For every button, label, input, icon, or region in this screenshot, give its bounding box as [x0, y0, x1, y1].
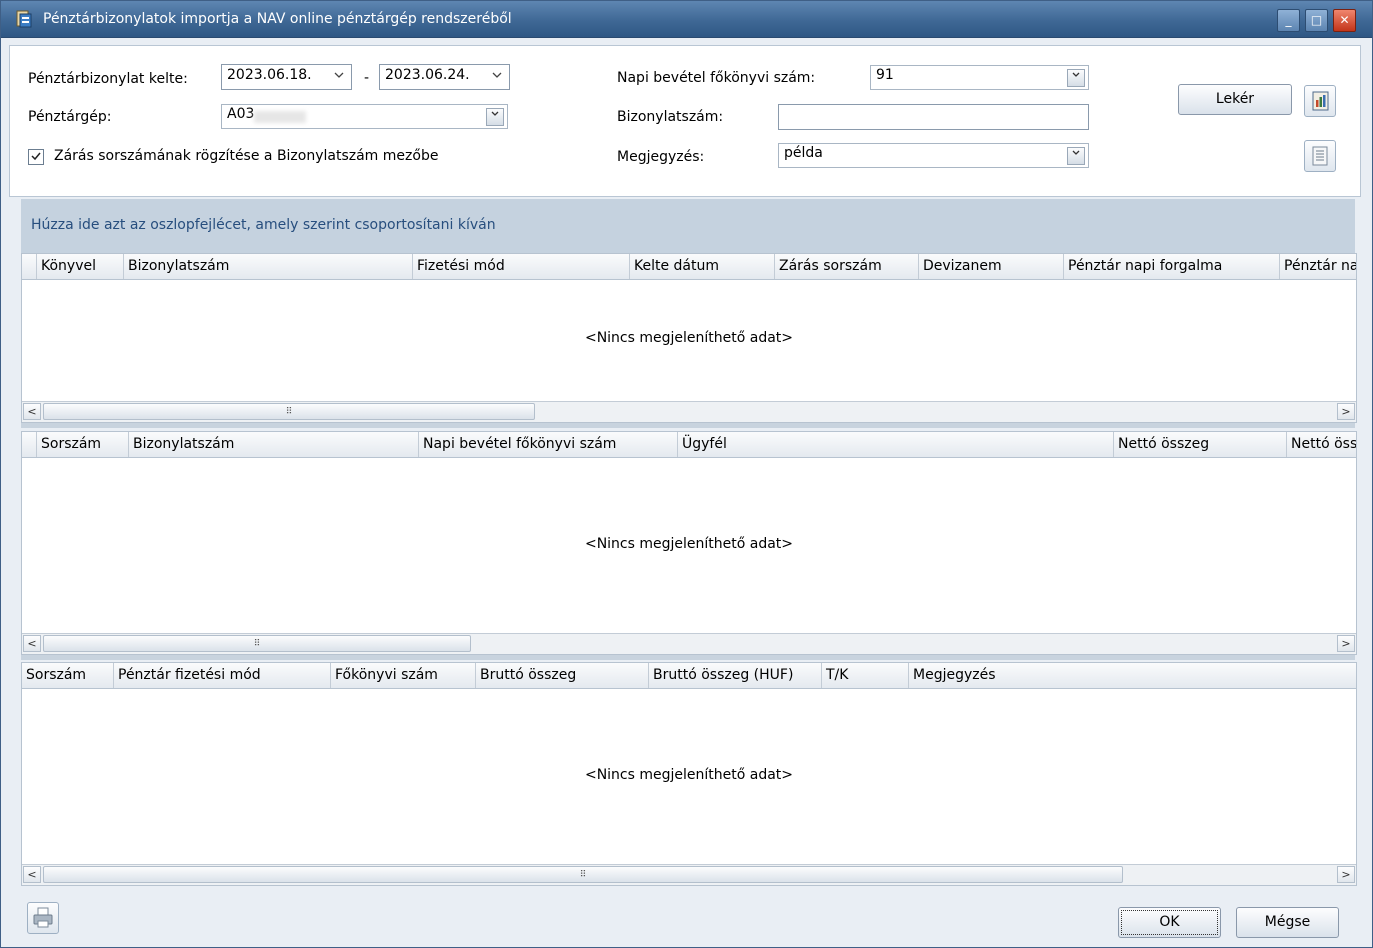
entries-grid[interactable]: Sorszám Bizonylatszám Napi bevétel főkön…: [21, 431, 1357, 655]
horizontal-scrollbar[interactable]: < ⠿ >: [22, 401, 1356, 422]
group-by-hint: Húzza ide azt az oszlopfejlécet, amely s…: [31, 217, 496, 233]
column-header[interactable]: Napi bevétel főkönyvi szám: [418, 432, 677, 457]
date-from-value: 2023.06.18.: [227, 67, 312, 83]
minimize-button[interactable]: _: [1277, 9, 1300, 32]
note-value: példa: [784, 145, 823, 161]
grid-header: Könyvel Bizonylatszám Fizetési mód Kelte…: [22, 254, 1356, 280]
checkmark-icon: [31, 152, 41, 161]
column-header[interactable]: Bizonylatszám: [128, 432, 418, 457]
register-label: Pénztárgép:: [28, 109, 112, 125]
window-title: Pénztárbizonylatok importja a NAV online…: [43, 11, 512, 27]
note-select[interactable]: példa: [778, 143, 1089, 168]
scroll-thumb[interactable]: ⠿: [43, 403, 535, 420]
dropdown-arrow-icon[interactable]: [486, 108, 504, 126]
report-icon: [1312, 91, 1329, 111]
column-header[interactable]: Főkönyvi szám: [330, 663, 475, 688]
column-header[interactable]: Bizonylatszám: [123, 254, 412, 279]
column-header[interactable]: Kelte dátum: [629, 254, 774, 279]
list-icon: [1312, 146, 1328, 166]
empty-message: <Nincs megjeleníthető adat>: [584, 536, 794, 552]
date-from-picker[interactable]: 2023.06.18.: [221, 64, 352, 90]
dropdown-arrow-icon[interactable]: [1067, 147, 1085, 165]
revenue-account-value: 91: [876, 67, 894, 83]
fetch-button[interactable]: Lekér: [1178, 84, 1292, 115]
ok-button[interactable]: OK: [1118, 907, 1221, 938]
column-header[interactable]: Könyvel: [36, 254, 123, 279]
chevron-down-icon[interactable]: [491, 69, 503, 84]
scroll-right-button[interactable]: >: [1337, 635, 1355, 652]
documents-grid[interactable]: Könyvel Bizonylatszám Fizetési mód Kelte…: [21, 253, 1357, 423]
scroll-thumb[interactable]: ⠿: [43, 866, 1123, 883]
horizontal-scrollbar[interactable]: < ⠿ >: [22, 864, 1356, 885]
cancel-button[interactable]: Mégse: [1236, 907, 1339, 938]
scroll-right-button[interactable]: >: [1337, 403, 1355, 420]
column-header[interactable]: Nettó összeg: [1113, 432, 1286, 457]
group-by-panel[interactable]: Húzza ide azt az oszlopfejlécet, amely s…: [21, 199, 1355, 253]
column-header[interactable]: Bruttó összeg (HUF): [648, 663, 821, 688]
chevron-down-icon[interactable]: [333, 69, 345, 84]
scroll-left-button[interactable]: <: [23, 866, 41, 883]
column-header[interactable]: Fizetési mód: [412, 254, 629, 279]
list-button[interactable]: [1304, 140, 1336, 172]
scroll-left-button[interactable]: <: [23, 635, 41, 652]
grid-header: Sorszám Bizonylatszám Napi bevétel főkön…: [22, 432, 1356, 458]
column-header[interactable]: Pénztár napi forgalma: [1063, 254, 1279, 279]
date-to-picker[interactable]: 2023.06.24.: [379, 64, 510, 90]
scroll-left-button[interactable]: <: [23, 403, 41, 420]
empty-message: <Nincs megjeleníthető adat>: [584, 767, 794, 783]
column-header[interactable]: Zárás sorszám: [774, 254, 918, 279]
empty-message: <Nincs megjeleníthető adat>: [584, 330, 794, 346]
register-value: A03: [227, 106, 255, 122]
date-separator: -: [364, 70, 370, 86]
date-label: Pénztárbizonylat kelte:: [28, 71, 188, 87]
splitter[interactable]: [21, 423, 1355, 428]
column-header[interactable]: Nettó öss: [1286, 432, 1356, 457]
column-header[interactable]: T/K: [821, 663, 908, 688]
column-header[interactable]: Ügyfél: [677, 432, 1113, 457]
dialog-window: Pénztárbizonylatok importja a NAV online…: [0, 0, 1373, 948]
payments-grid[interactable]: Sorszám Pénztár fizetési mód Főkönyvi sz…: [21, 662, 1357, 886]
closing-number-label: Zárás sorszámának rögzítése a Bizonylats…: [54, 148, 439, 164]
redacted-text: [254, 111, 306, 123]
filter-panel: Pénztárbizonylat kelte: 2023.06.18. - 20…: [9, 45, 1361, 197]
document-number-label: Bizonylatszám:: [617, 109, 724, 125]
column-header[interactable]: Pénztár fizetési mód: [113, 663, 330, 688]
date-to-value: 2023.06.24.: [385, 67, 470, 83]
scroll-thumb[interactable]: ⠿: [43, 635, 471, 652]
column-header[interactable]: Devizanem: [918, 254, 1063, 279]
register-select[interactable]: A03: [221, 104, 508, 129]
close-button[interactable]: ✕: [1333, 9, 1356, 32]
row-indicator-header: [22, 432, 36, 457]
revenue-account-label: Napi bevétel főkönyvi szám:: [617, 70, 816, 86]
column-header[interactable]: Megjegyzés: [908, 663, 1356, 688]
column-header[interactable]: Bruttó összeg: [475, 663, 648, 688]
document-number-input[interactable]: [778, 104, 1089, 130]
note-label: Megjegyzés:: [617, 149, 705, 165]
dropdown-arrow-icon[interactable]: [1067, 69, 1085, 87]
print-icon: [33, 907, 53, 928]
closing-number-checkbox[interactable]: [28, 149, 44, 165]
maximize-button[interactable]: □: [1305, 9, 1328, 32]
horizontal-scrollbar[interactable]: < ⠿ >: [22, 633, 1356, 654]
revenue-account-select[interactable]: 91: [870, 65, 1089, 90]
column-header[interactable]: Sorszám: [36, 432, 128, 457]
grid-header: Sorszám Pénztár fizetési mód Főkönyvi sz…: [22, 663, 1356, 689]
column-header[interactable]: Sorszám: [22, 663, 113, 688]
column-header[interactable]: Pénztár na: [1279, 254, 1356, 279]
title-bar: Pénztárbizonylatok importja a NAV online…: [1, 1, 1372, 38]
print-button[interactable]: [27, 902, 59, 934]
row-indicator-header: [22, 254, 36, 279]
splitter[interactable]: [21, 655, 1355, 660]
scroll-right-button[interactable]: >: [1337, 866, 1355, 883]
app-icon: [15, 10, 33, 28]
report-button[interactable]: [1304, 85, 1336, 117]
